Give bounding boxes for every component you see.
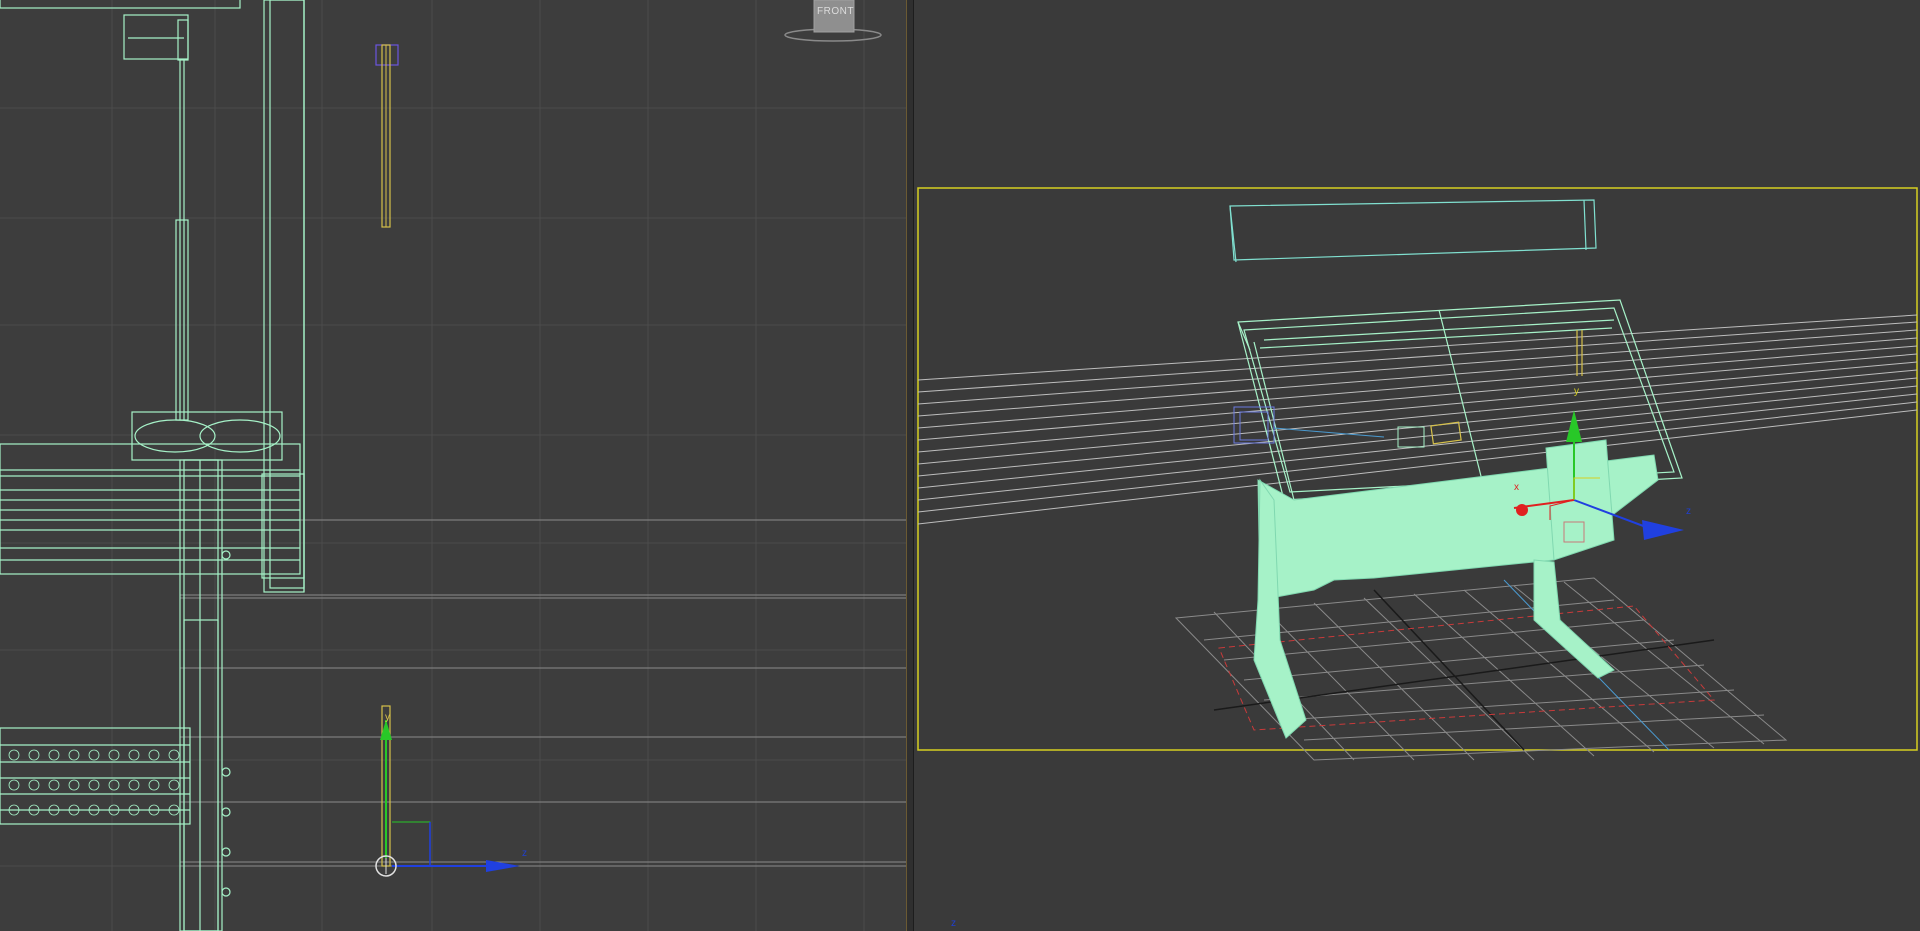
light-object[interactable] xyxy=(1233,406,1425,448)
top-box-object[interactable] xyxy=(1229,199,1597,263)
left-pattern xyxy=(8,749,180,816)
left-selected-object[interactable] xyxy=(375,44,399,228)
left-viewport-canvas[interactable] xyxy=(0,0,906,931)
viewport-divider[interactable] xyxy=(906,0,914,931)
gizmo-y-label: y xyxy=(385,712,390,723)
viewcube-label[interactable]: FRONT xyxy=(817,6,854,17)
right-gizmo-z-label: z xyxy=(1686,506,1691,517)
left-guides xyxy=(180,519,906,867)
right-viewport[interactable]: y x z z xyxy=(914,0,1920,931)
right-viewport-canvas[interactable] xyxy=(914,0,1920,931)
gizmo-z-label: z xyxy=(522,848,527,859)
left-viewport[interactable]: FRONT z y xyxy=(0,0,906,931)
left-transform-gizmo[interactable] xyxy=(375,705,520,877)
left-model-wireframe[interactable] xyxy=(0,0,305,931)
right-gizmo-x-label: x xyxy=(1514,482,1519,493)
active-viewport-frame xyxy=(917,187,1918,751)
desk-body-fill[interactable] xyxy=(1253,439,1659,739)
left-grid xyxy=(0,0,906,931)
corner-axis-z-label: z xyxy=(951,918,956,929)
right-gizmo-y-label: y xyxy=(1574,386,1579,397)
